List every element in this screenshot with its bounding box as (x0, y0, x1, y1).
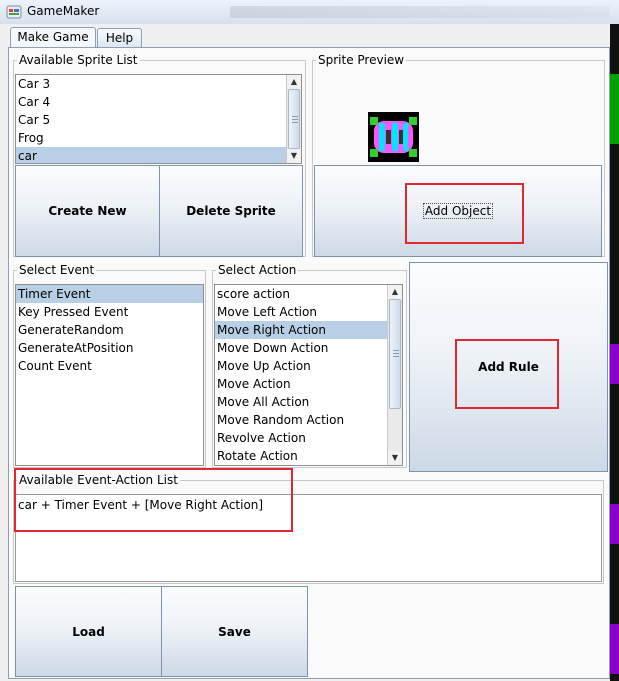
background-window-strip (610, 24, 619, 681)
action-list-scrollbar[interactable]: ▲ ▼ (387, 285, 402, 465)
action-list-item[interactable]: Move Down Action (215, 339, 402, 357)
tab-help[interactable]: Help (97, 28, 142, 47)
scroll-thumb[interactable] (288, 89, 300, 149)
scroll-thumb[interactable] (389, 299, 401, 409)
highlight-event-action-list (14, 468, 293, 532)
event-listbox[interactable]: Timer Event Key Pressed Event GenerateRa… (15, 284, 204, 466)
scroll-down-arrow-icon[interactable]: ▼ (388, 451, 402, 465)
select-event-legend: Select Event (17, 263, 97, 277)
highlight-add-object (405, 183, 524, 244)
action-list-item[interactable]: Rotate Action (215, 447, 402, 465)
background-window-title-blur (230, 6, 610, 18)
highlight-add-rule (455, 339, 559, 409)
sprite-list-item[interactable]: Frog (16, 129, 301, 147)
sprite-listbox[interactable]: Car 3 Car 4 Car 5 Frog car ▲ ▼ (15, 74, 302, 164)
action-list-item[interactable]: Move Left Action (215, 303, 402, 321)
create-new-button[interactable]: Create New (15, 165, 160, 257)
action-list-item[interactable]: Revolve Action (215, 429, 402, 447)
event-list-item-selected[interactable]: Timer Event (16, 285, 203, 303)
scroll-up-arrow-icon[interactable]: ▲ (287, 75, 301, 89)
sprite-list-scrollbar[interactable]: ▲ ▼ (286, 75, 301, 163)
action-list-item-selected[interactable]: Move Right Action (215, 321, 387, 339)
scroll-up-arrow-icon[interactable]: ▲ (388, 285, 402, 299)
action-list-item[interactable]: score action (215, 285, 402, 303)
sprite-list-item[interactable]: Car 3 (16, 75, 301, 93)
sprite-list-item[interactable]: Car 5 (16, 111, 301, 129)
scroll-down-arrow-icon[interactable]: ▼ (287, 149, 301, 163)
car-sprite-image (368, 112, 419, 162)
action-listbox[interactable]: score action Move Left Action Move Right… (214, 284, 403, 466)
sprite-list-item-selected[interactable]: car (16, 147, 286, 163)
load-button[interactable]: Load (15, 586, 162, 677)
sprite-list-item[interactable]: Car 4 (16, 93, 301, 111)
action-list-item[interactable]: Move Action (215, 375, 402, 393)
tab-make-game[interactable]: Make Game (10, 27, 96, 48)
sprite-preview-legend: Sprite Preview (316, 53, 407, 67)
action-list-item[interactable]: Move Up Action (215, 357, 402, 375)
select-action-legend: Select Action (216, 263, 299, 277)
event-list-item[interactable]: Key Pressed Event (16, 303, 203, 321)
window-title: GameMaker (27, 4, 100, 18)
event-list-item[interactable]: GenerateRandom (16, 321, 203, 339)
delete-sprite-button[interactable]: Delete Sprite (159, 165, 303, 257)
event-list-item[interactable]: Count Event (16, 357, 203, 375)
sprite-list-legend: Available Sprite List (17, 53, 140, 67)
app-icon (6, 5, 22, 19)
action-list-item[interactable]: Move All Action (215, 393, 402, 411)
save-button[interactable]: Save (161, 586, 308, 677)
action-list-item[interactable]: Move Random Action (215, 411, 402, 429)
title-bar: GameMaker (0, 0, 619, 25)
event-list-item[interactable]: GenerateAtPosition (16, 339, 203, 357)
